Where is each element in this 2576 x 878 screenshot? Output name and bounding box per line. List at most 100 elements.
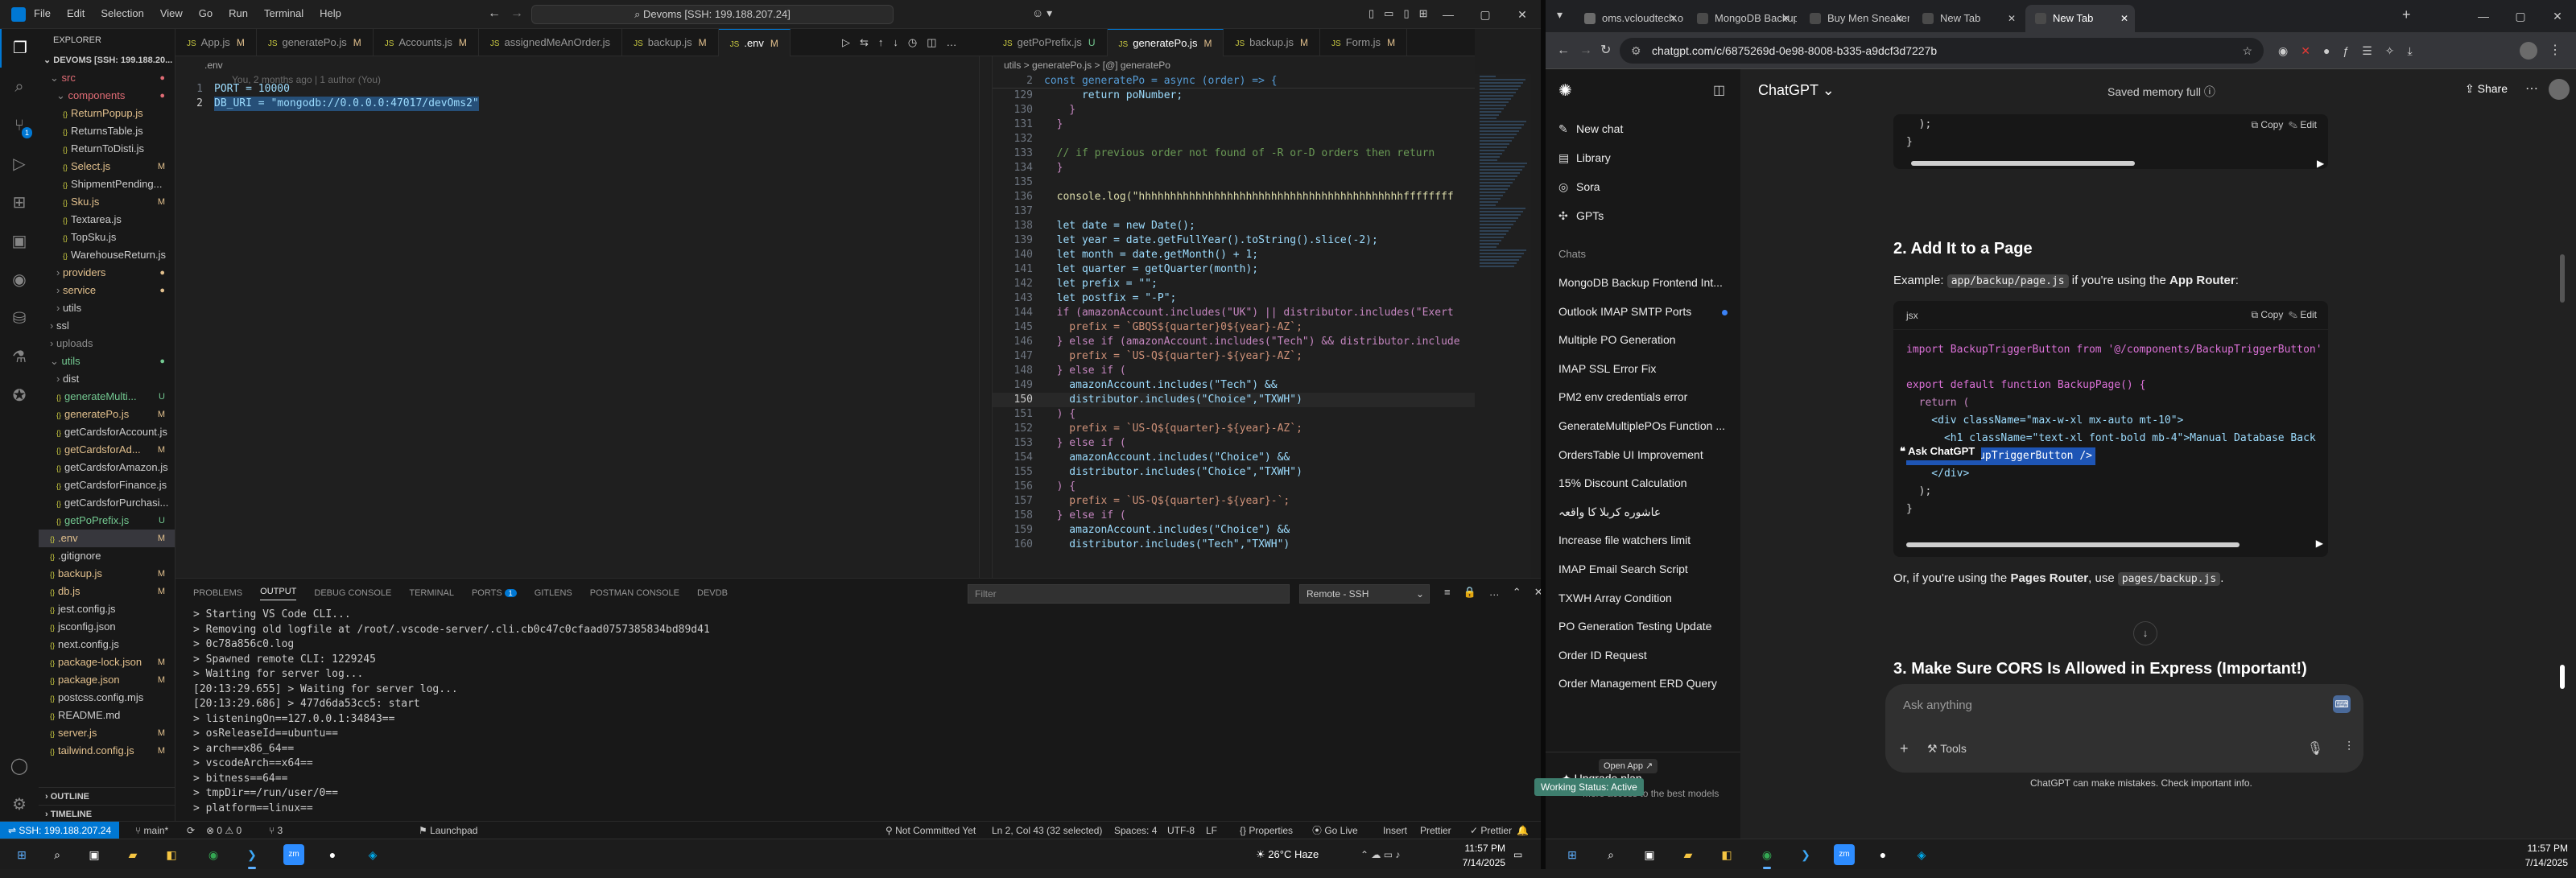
file-item[interactable]: {} Textarea.js <box>39 211 175 229</box>
file-item[interactable]: {} getPoPrefix.js U <box>39 512 175 530</box>
file-item[interactable]: {} ShipmentPending... <box>39 175 175 193</box>
openai-logo-icon[interactable]: ✺ <box>1558 80 1572 101</box>
chat-history-item[interactable]: Multiple PO Generation <box>1546 326 1740 355</box>
database-icon[interactable]: ⛁ <box>0 299 39 338</box>
panel-tab[interactable]: PORTS 1 <box>472 588 517 598</box>
indentation[interactable]: Spaces: 4 <box>1114 822 1157 839</box>
model-selector[interactable]: ChatGPT ⌄ <box>1758 82 1835 99</box>
scroll-down-button[interactable]: ↓ <box>2133 621 2157 645</box>
explorer-icon[interactable]: ❐ <box>0 29 39 68</box>
launchpad[interactable]: ⚑ Launchpad <box>419 822 477 839</box>
manage-gear-icon[interactable]: ⚙ <box>0 785 39 824</box>
tools-button[interactable]: ⚒ Tools <box>1927 742 1967 756</box>
encoding[interactable]: UTF-8 <box>1167 822 1195 839</box>
copy-button-top[interactable]: ⧉ Copy <box>2251 119 2283 130</box>
notifications-bell-icon[interactable]: 🔔 <box>1517 822 1529 839</box>
folder-item[interactable]: ⌄ utils ● <box>39 352 175 370</box>
file-item[interactable]: {} getCardsforPurchasi... <box>39 494 175 512</box>
app-icon[interactable]: ● <box>322 844 343 865</box>
blame-status[interactable]: ⚲ Not Committed Yet <box>886 822 976 839</box>
copilot-icon[interactable]: ☺ ▾ <box>1032 6 1052 20</box>
editor-tab[interactable]: JS Form.js M <box>1320 29 1408 56</box>
close-tab-icon[interactable]: ✕ <box>2120 5 2128 32</box>
new-tab-icon[interactable]: + <box>2402 6 2411 23</box>
menu-help[interactable]: Help <box>320 7 341 19</box>
browser-tab[interactable]: Buy Men Sneakers - Me✕ <box>1800 5 1909 32</box>
account-icon[interactable]: ◯ <box>0 747 39 785</box>
file-item[interactable]: {} .env M <box>39 530 175 547</box>
windows-start-icon[interactable]: ⊞ <box>1562 844 1583 865</box>
panel-tab[interactable]: GITLENS <box>535 588 572 598</box>
scroll-right-icon-2[interactable]: ▶ <box>2316 538 2323 549</box>
folder-item[interactable]: ⌄ components ● <box>39 87 175 105</box>
chat-history-item[interactable]: Increase file watchers limit <box>1546 526 1740 555</box>
chat-history-item[interactable]: PO Generation Testing Update <box>1546 612 1740 641</box>
extensions-icon[interactable]: ⊞ <box>0 183 39 222</box>
open-app-button[interactable]: Open App ↗ <box>1599 759 1658 773</box>
copy-button[interactable]: ⧉ Copy <box>2251 309 2283 320</box>
close-tab-icon[interactable]: ✕ <box>2008 5 2016 32</box>
editor-tab[interactable]: JS getPoPrefix.js U <box>992 29 1108 56</box>
menu-go[interactable]: Go <box>199 7 213 19</box>
extension-1-icon[interactable]: ◉ <box>2278 32 2288 69</box>
gitlens-icon[interactable]: ◉ <box>0 261 39 299</box>
editor-tab[interactable]: JS backup.js M <box>622 29 719 56</box>
file-item[interactable]: {} server.js M <box>39 724 175 742</box>
sidebar-nav-new-chat[interactable]: ✎ New chat <box>1546 114 1740 143</box>
file-item[interactable]: {} ReturnPopup.js <box>39 105 175 122</box>
download-icon[interactable]: ⤓ <box>2408 32 2413 69</box>
chat-history-item[interactable]: OrdersTable UI Improvement <box>1546 441 1740 470</box>
browser-maximize-icon[interactable]: ▢ <box>2502 2 2539 31</box>
chat-history-item[interactable]: MongoDB Backup Frontend Int... <box>1546 269 1740 298</box>
extension-5-icon[interactable]: ☰ <box>2362 32 2372 69</box>
split-editor-icon[interactable]: ◫ <box>927 36 936 49</box>
menu-selection[interactable]: Selection <box>101 7 143 19</box>
go-live[interactable]: ⦿ Go Live <box>1312 822 1358 839</box>
panel-tab[interactable]: DEBUG CONSOLE <box>314 588 391 598</box>
run-icon[interactable]: ▷ <box>842 36 850 49</box>
site-info-icon[interactable]: ⚙ <box>1631 38 1641 64</box>
close-tab-icon[interactable]: ✕ <box>1895 5 1903 32</box>
scrollbar[interactable] <box>979 56 990 578</box>
language-mode[interactable]: {} Properties <box>1240 822 1293 839</box>
app-icon[interactable]: ● <box>1872 844 1893 865</box>
editor-tab[interactable]: JS .env M <box>718 29 791 56</box>
extensions-puzzle-icon[interactable]: ✧ <box>2385 32 2395 69</box>
chat-input[interactable]: Ask anything <box>1903 699 1972 712</box>
nav-back-icon[interactable]: ← <box>488 6 501 21</box>
user-avatar[interactable] <box>2549 79 2570 100</box>
file-item[interactable]: {} tailwind.config.js M <box>39 742 175 760</box>
git-branch[interactable]: ⑂ main* <box>135 822 168 839</box>
extension-2-icon[interactable]: ✕ <box>2301 32 2310 69</box>
editor-tab[interactable]: JS generatePo.js M <box>1107 29 1224 56</box>
output-channel-select[interactable]: Remote - SSH ⌄ <box>1299 584 1430 604</box>
url-input[interactable]: ⚙ chatgpt.com/c/6875269d-0e98-8008-b335-a… <box>1620 38 2264 64</box>
cursor-position[interactable]: Ln 2, Col 43 (32 selected) <box>992 822 1102 839</box>
code-scrollbar[interactable] <box>1906 542 2240 547</box>
vscode-taskbar-icon[interactable]: ❯ <box>1795 844 1816 865</box>
file-item[interactable]: {} README.md <box>39 707 175 724</box>
profile-avatar[interactable] <box>2520 42 2537 60</box>
chat-history-item[interactable]: IMAP SSL Error Fix <box>1546 355 1740 384</box>
back-icon[interactable]: ← <box>1557 32 1570 69</box>
browser-tab[interactable]: oms.vcloudtech.org/das✕ <box>1575 5 1684 32</box>
chat-history-item[interactable]: TXWH Array Condition <box>1546 584 1740 613</box>
outline-section[interactable]: › OUTLINE <box>39 787 175 805</box>
store-icon[interactable]: ◧ <box>161 844 182 865</box>
remote-indicator[interactable]: ⇌ SSH: 199.188.207.24 <box>0 822 120 839</box>
chat-history-item[interactable]: Order ID Request <box>1546 641 1740 670</box>
vscode-taskbar-icon[interactable]: ❯ <box>242 844 262 869</box>
chrome-menu-icon[interactable]: ⋮ <box>2549 32 2562 69</box>
nav-forward-icon[interactable]: → <box>510 6 523 21</box>
layout-toggle-panel-icon[interactable]: ▭ <box>1384 7 1393 20</box>
minimize-icon[interactable]: — <box>1430 0 1467 29</box>
sync-icon[interactable]: ⟳ <box>187 822 195 839</box>
prettier-check[interactable]: ✓ Prettier <box>1470 822 1512 839</box>
more-actions-icon[interactable]: … <box>947 36 957 48</box>
editor-tab[interactable]: JS assignedMeAnOrder.js <box>479 29 623 56</box>
source-control-icon[interactable]: ⑂ 1 <box>0 106 39 145</box>
editor-env[interactable]: .env You, 2 months ago | 1 author (You) … <box>175 56 990 578</box>
chrome-icon[interactable]: ◉ <box>1757 844 1777 869</box>
app2-icon[interactable]: ◈ <box>362 844 383 865</box>
file-item[interactable]: {} db.js M <box>39 583 175 600</box>
